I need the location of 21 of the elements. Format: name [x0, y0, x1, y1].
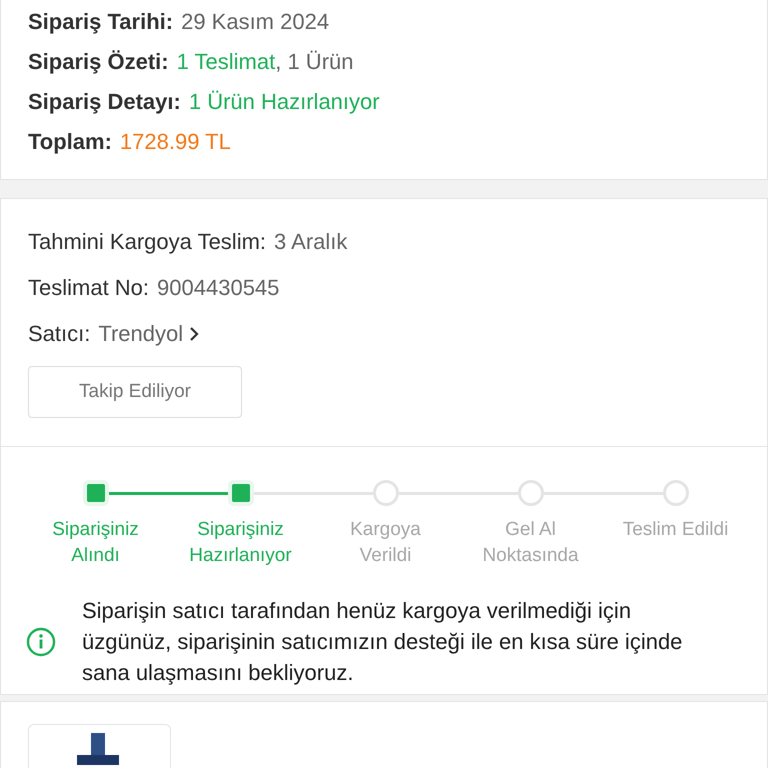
field-value: 3 Aralık [274, 229, 348, 255]
field-value: 1 Teslimat, 1 Ürün [176, 49, 354, 75]
field-value: 9004430545 [157, 275, 280, 301]
field-label: Sipariş Tarihi: [28, 9, 174, 35]
field-label: Toplam: [28, 129, 112, 155]
field-label: Sipariş Özeti: [28, 49, 169, 75]
field-label: Tahmini Kargoya Teslim: [28, 229, 266, 255]
seller-link[interactable]: Trendyol [98, 321, 184, 347]
notice-text: Siparişin satıcı tarafından henüz kargoya verilmediği için üzgünüz, siparişinin satıcımızın desteği ile en kısa süre içinde sana ulaşmasını bekliyoruz. [82, 597, 684, 687]
step-label: Kargoya Verildi [349, 518, 422, 568]
field-label: Teslimat No: [28, 275, 150, 301]
field-value: 1728.99 TL [120, 129, 231, 155]
field-value: 1 Ürün Hazırlanıyor [188, 89, 380, 115]
field-value: 29 Kasım 2024 [181, 9, 330, 35]
follow-button[interactable]: Takip Ediliyor [28, 366, 242, 418]
step-label: Teslim Edildi [622, 518, 730, 542]
step-label: Siparişiniz Alındı [51, 518, 140, 568]
step-label: Siparişiniz Hazırlanıyor [188, 518, 293, 568]
field-label: Satıcı: [28, 321, 90, 347]
step-label: Gel Al Noktasında [481, 518, 580, 568]
field-label: Sipariş Detayı: [28, 89, 181, 115]
